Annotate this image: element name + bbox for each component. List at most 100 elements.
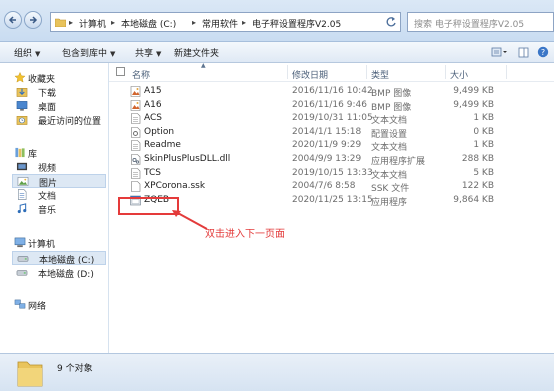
file-size: 1 KB: [473, 113, 494, 124]
nav-videos-label: 视频: [38, 164, 57, 174]
config-file-icon: [131, 126, 141, 138]
column-size[interactable]: 大小: [450, 68, 468, 81]
refresh-icon[interactable]: [385, 16, 397, 28]
bmp-image-icon: [130, 99, 141, 111]
address-bar[interactable]: ▸ 计算机 ▸ 本地磁盘 (C:) ▸ 常用软件 ▸ 电子秤设置程序V2.05: [50, 12, 401, 32]
file-date: 2019/10/15 13:33: [292, 167, 373, 178]
table-row[interactable]: A15 2016/11/16 10:42 BMP 图像 9,499 KB: [109, 85, 554, 99]
forward-button[interactable]: [24, 11, 42, 29]
nav-music-label: 音乐: [38, 206, 57, 216]
file-size: 1 KB: [473, 140, 494, 151]
back-button[interactable]: [4, 11, 22, 29]
folder-icon: [17, 361, 43, 387]
nav-documents[interactable]: 文档: [12, 188, 106, 202]
search-input[interactable]: 搜索 电子秤设置程序V2.05: [407, 12, 554, 32]
view-options-icon[interactable]: [491, 47, 507, 58]
new-folder-button[interactable]: 新建文件夹: [174, 46, 219, 59]
breadcrumb-current-folder[interactable]: 电子秤设置程序V2.05: [252, 17, 341, 30]
sort-up-icon: ▲: [201, 62, 206, 69]
column-header: ▲ 名称 修改日期 类型 大小: [109, 62, 554, 82]
column-date[interactable]: 修改日期: [292, 68, 328, 81]
documents-icon: [18, 189, 27, 200]
text-file-icon: [131, 167, 141, 179]
table-row[interactable]: SkinPlusPlusDLL.dll 2004/9/9 13:29 应用程序扩展 2…: [109, 153, 554, 167]
chevron-right-icon: ▸: [242, 18, 247, 27]
select-all-checkbox[interactable]: [116, 67, 125, 76]
nav-videos[interactable]: 视频: [12, 160, 106, 174]
nav-computer-label: 计算机: [28, 240, 56, 250]
column-divider[interactable]: [445, 65, 446, 79]
file-size: 9,499 KB: [453, 99, 494, 110]
file-date: 2014/1/1 15:18: [292, 126, 362, 137]
file-name: XPCorona.ssk: [144, 181, 206, 192]
nav-music[interactable]: 音乐: [12, 202, 106, 216]
nav-recent-label: 最近访问的位置: [38, 117, 102, 127]
nav-network[interactable]: 网络: [12, 298, 106, 312]
nav-pictures[interactable]: 图片: [12, 174, 106, 189]
file-date: 2019/10/31 11:05: [292, 113, 373, 124]
file-type: 配置设置: [371, 129, 408, 140]
organize-button[interactable]: 组织 ▼: [14, 46, 40, 59]
column-divider[interactable]: [506, 65, 507, 79]
preview-pane-icon[interactable]: [518, 47, 529, 58]
recent-places-icon: [16, 116, 28, 125]
dll-file-icon: [131, 154, 141, 165]
organize-label: 组织: [14, 49, 33, 59]
nav-downloads-label: 下载: [38, 89, 57, 99]
file-date: 2020/11/9 9:29: [292, 140, 362, 151]
table-row[interactable]: Option 2014/1/1 15:18 配置设置 0 KB: [109, 126, 554, 140]
nav-recent[interactable]: 最近访问的位置: [12, 113, 106, 127]
chevron-right-icon: ▸: [69, 18, 74, 27]
include-in-library-button[interactable]: 包含到库中 ▼: [62, 46, 115, 59]
explorer-window: ▸ 计算机 ▸ 本地磁盘 (C:) ▸ 常用软件 ▸ 电子秤设置程序V2.05 …: [0, 0, 554, 391]
file-name: A16: [144, 99, 162, 110]
nav-favorites[interactable]: 收藏夹: [12, 71, 106, 85]
file-size: 5 KB: [473, 167, 494, 178]
breadcrumb-drive-c[interactable]: 本地磁盘 (C:): [121, 17, 176, 30]
star-icon: [14, 72, 26, 83]
dropdown-arrow-icon: ▼: [110, 50, 116, 58]
file-size: 288 KB: [461, 154, 494, 164]
nav-desktop[interactable]: 桌面: [12, 99, 106, 113]
column-type[interactable]: 类型: [371, 68, 389, 81]
nav-drive-c[interactable]: 本地磁盘 (C:): [12, 251, 106, 266]
file-name: TCS: [144, 167, 161, 178]
item-count: 9 个对象: [57, 364, 93, 374]
table-row[interactable]: TCS 2019/10/15 13:33 文本文档 5 KB: [109, 167, 554, 181]
column-name[interactable]: 名称: [132, 68, 150, 81]
file-date: 2004/7/6 8:58: [292, 181, 356, 192]
svg-text:?: ?: [541, 48, 545, 57]
nav-drive-d-label: 本地磁盘 (D:): [38, 270, 94, 280]
nav-libraries[interactable]: 库: [12, 146, 106, 160]
nav-network-label: 网络: [28, 302, 47, 312]
annotation-arrow-icon: [172, 210, 208, 230]
help-icon[interactable]: ?: [537, 46, 549, 58]
file-size: 9,864 KB: [453, 194, 494, 205]
address-row: ▸ 计算机 ▸ 本地磁盘 (C:) ▸ 常用软件 ▸ 电子秤设置程序V2.05 …: [0, 0, 554, 42]
breadcrumb-common-software[interactable]: 常用软件: [202, 17, 238, 30]
table-row[interactable]: XPCorona.ssk 2004/7/6 8:58 SSK 文件 122 KB: [109, 180, 554, 194]
breadcrumb-computer[interactable]: 计算机: [79, 17, 106, 30]
nav-computer[interactable]: 计算机: [12, 236, 106, 250]
pictures-icon: [17, 177, 29, 186]
column-divider[interactable]: [366, 65, 367, 79]
table-row[interactable]: ACS 2019/10/31 11:05 文本文档 1 KB: [109, 112, 554, 126]
chevron-right-icon: ▸: [111, 18, 116, 27]
text-file-icon: [131, 140, 141, 152]
dropdown-arrow-icon: ▼: [156, 50, 162, 58]
column-divider[interactable]: [287, 65, 288, 79]
file-date: 2020/11/25 13:15: [292, 194, 373, 205]
new-folder-label: 新建文件夹: [174, 49, 220, 59]
file-type: 文本文档: [371, 170, 408, 181]
bmp-image-icon: [130, 86, 141, 97]
table-row[interactable]: Readme 2020/11/9 9:29 文本文档 1 KB: [109, 139, 554, 154]
file-name: Option: [144, 126, 175, 137]
nav-downloads[interactable]: 下载: [12, 85, 106, 99]
dropdown-arrow-icon: ▼: [35, 50, 41, 58]
file-type: 文本文档: [371, 143, 408, 154]
table-row[interactable]: A16 2016/11/16 9:46 BMP 图像 9,499 KB: [109, 99, 554, 113]
share-button[interactable]: 共享 ▼: [135, 46, 161, 59]
download-folder-icon: [16, 88, 28, 97]
video-icon: [16, 162, 28, 171]
nav-drive-d[interactable]: 本地磁盘 (D:): [12, 266, 106, 280]
